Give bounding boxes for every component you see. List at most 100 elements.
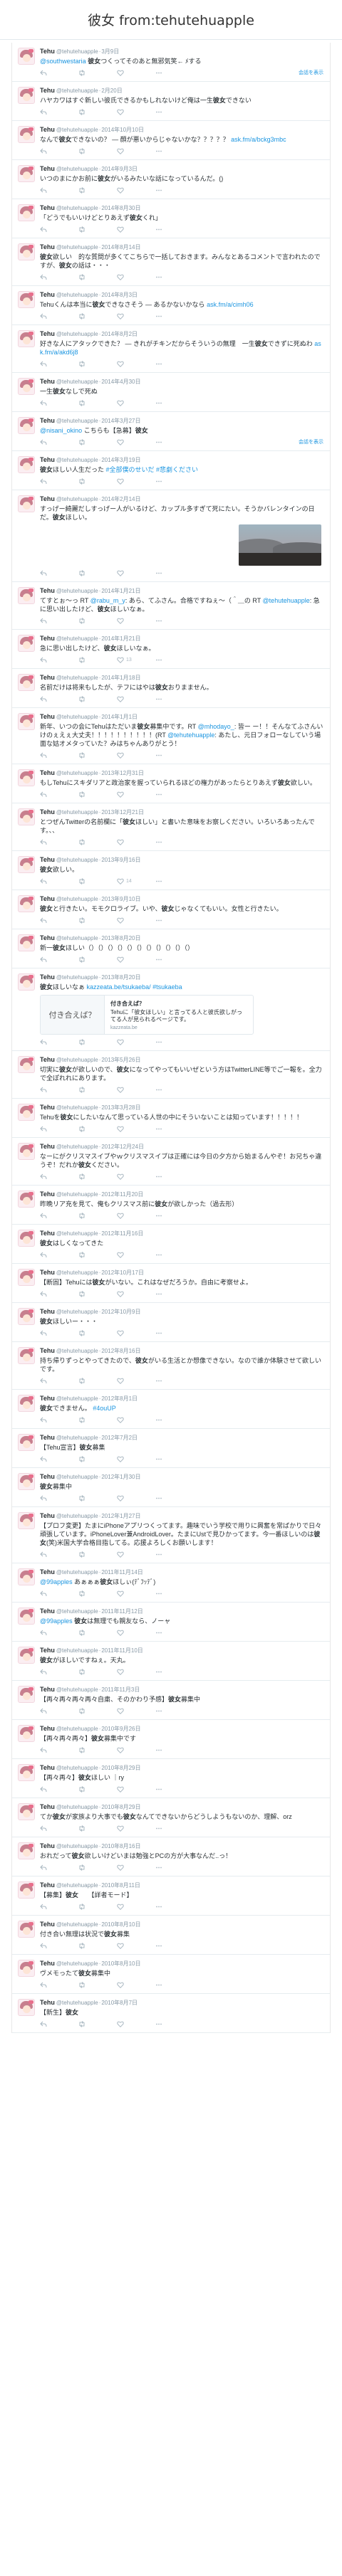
avatar[interactable] bbox=[18, 87, 35, 104]
tweet-item[interactable]: Tehu @tehutehuapple·2010年8月7日 【新生】彼女 bbox=[12, 1994, 330, 2033]
author-handle[interactable]: @tehutehuapple bbox=[56, 1843, 98, 1849]
avatar[interactable] bbox=[18, 713, 35, 730]
retweet-button[interactable] bbox=[78, 273, 117, 280]
author-name[interactable]: Tehu bbox=[40, 1647, 55, 1654]
reply-button[interactable] bbox=[40, 1456, 78, 1462]
author-handle[interactable]: @tehutehuapple bbox=[56, 1348, 98, 1354]
reply-button[interactable] bbox=[40, 1904, 78, 1910]
author-name[interactable]: Tehu bbox=[40, 378, 55, 385]
tweet-item[interactable]: Tehu @tehutehuapple·2012年8月1日 彼女できません。 #4o… bbox=[12, 1390, 330, 1429]
author-handle[interactable]: @tehutehuapple bbox=[56, 1960, 98, 1967]
author-handle[interactable]: @tehutehuapple bbox=[56, 457, 98, 463]
reply-button[interactable] bbox=[40, 109, 78, 115]
more-button[interactable] bbox=[155, 1630, 194, 1636]
reply-button[interactable] bbox=[40, 1747, 78, 1753]
author-name[interactable]: Tehu bbox=[40, 1308, 55, 1315]
like-button[interactable] bbox=[117, 1747, 155, 1753]
retweet-button[interactable] bbox=[78, 1455, 117, 1462]
author-name[interactable]: Tehu bbox=[40, 1395, 55, 1402]
like-button[interactable] bbox=[117, 1378, 155, 1384]
tweet-timestamp[interactable]: 2013年9月16日 bbox=[101, 857, 140, 863]
avatar[interactable] bbox=[18, 1803, 35, 1820]
reply-button[interactable] bbox=[40, 1330, 78, 1336]
more-button[interactable] bbox=[155, 1039, 194, 1045]
author-name[interactable]: Tehu bbox=[40, 1473, 55, 1480]
reply-button[interactable] bbox=[40, 1126, 78, 1132]
retweet-button[interactable] bbox=[78, 751, 117, 759]
tweet-timestamp[interactable]: 2013年9月10日 bbox=[101, 896, 140, 902]
tweet-timestamp[interactable]: 2013年12月31日 bbox=[101, 770, 144, 776]
retweet-button[interactable] bbox=[78, 1825, 117, 1832]
author-name[interactable]: Tehu bbox=[40, 769, 55, 776]
author-name[interactable]: Tehu bbox=[40, 808, 55, 815]
reply-button[interactable] bbox=[40, 657, 78, 663]
show-conversation-link[interactable]: 会話を表示 bbox=[299, 438, 323, 445]
retweet-button[interactable] bbox=[78, 108, 117, 115]
author-name[interactable]: Tehu bbox=[40, 713, 55, 720]
retweet-button[interactable] bbox=[78, 956, 117, 963]
retweet-button[interactable] bbox=[78, 877, 117, 885]
retweet-button[interactable] bbox=[78, 1251, 117, 1258]
avatar[interactable] bbox=[18, 1881, 35, 1899]
retweet-button[interactable] bbox=[78, 569, 117, 576]
avatar[interactable] bbox=[18, 495, 35, 512]
tweet-timestamp[interactable]: 2012年11月16日 bbox=[101, 1230, 143, 1237]
author-handle[interactable]: @tehutehuapple bbox=[56, 379, 98, 385]
tweet-timestamp[interactable]: 2010年9月26日 bbox=[101, 1726, 140, 1732]
more-button[interactable] bbox=[155, 752, 194, 759]
tweet-timestamp[interactable]: 2014年1月18日 bbox=[101, 675, 140, 681]
tweet-timestamp[interactable]: 2013年5月26日 bbox=[101, 1057, 140, 1063]
avatar[interactable] bbox=[18, 973, 35, 991]
like-button[interactable] bbox=[117, 570, 155, 576]
author-handle[interactable]: @tehutehuapple bbox=[56, 935, 98, 941]
like-button[interactable] bbox=[117, 1330, 155, 1336]
avatar[interactable] bbox=[18, 1608, 35, 1625]
retweet-button[interactable] bbox=[78, 1377, 117, 1384]
retweet-button[interactable] bbox=[78, 1707, 117, 1714]
reply-button[interactable] bbox=[40, 70, 78, 76]
avatar[interactable] bbox=[18, 1568, 35, 1585]
author-handle[interactable]: @tehutehuapple bbox=[56, 1726, 98, 1732]
reply-button[interactable] bbox=[40, 313, 78, 320]
reply-button[interactable] bbox=[40, 1173, 78, 1180]
tweet-item[interactable]: Tehu @tehutehuapple·2012年10月17日 【断固】Tehuには… bbox=[12, 1264, 330, 1303]
retweet-button[interactable] bbox=[78, 791, 117, 798]
retweet-button[interactable] bbox=[78, 838, 117, 845]
tweet-item[interactable]: Tehu @tehutehuapple·3月9日 @southwestaria 彼女… bbox=[12, 43, 330, 82]
author-handle[interactable]: @tehutehuapple bbox=[56, 127, 98, 133]
author-handle[interactable]: @tehutehuapple bbox=[56, 714, 98, 720]
more-button[interactable] bbox=[155, 1213, 194, 1219]
author-name[interactable]: Tehu bbox=[40, 1568, 55, 1575]
avatar[interactable] bbox=[18, 1725, 35, 1742]
author-handle[interactable]: @tehutehuapple bbox=[56, 88, 98, 94]
like-button[interactable] bbox=[117, 313, 155, 320]
avatar[interactable] bbox=[18, 895, 35, 912]
author-name[interactable]: Tehu bbox=[40, 1143, 55, 1150]
tweet-timestamp[interactable]: 2014年9月3日 bbox=[101, 166, 138, 172]
author-handle[interactable]: @tehutehuapple bbox=[56, 635, 98, 642]
tweet-item[interactable]: Tehu @tehutehuapple·2012年10月9日 彼女ほしいー・・・ bbox=[12, 1303, 330, 1342]
more-button[interactable] bbox=[155, 1747, 194, 1753]
tweet-item[interactable]: Tehu @tehutehuapple·2014年10月10日 なんで彼女できないの… bbox=[12, 121, 330, 160]
like-button[interactable] bbox=[117, 1825, 155, 1832]
author-name[interactable]: Tehu bbox=[40, 1881, 55, 1889]
tweet-timestamp[interactable]: 2012年12月24日 bbox=[101, 1144, 144, 1150]
retweet-button[interactable] bbox=[78, 617, 117, 624]
author-name[interactable]: Tehu bbox=[40, 1104, 55, 1111]
tweet-timestamp[interactable]: 2011年11月10日 bbox=[101, 1647, 142, 1654]
more-button[interactable] bbox=[155, 478, 194, 485]
avatar[interactable] bbox=[18, 1269, 35, 1286]
like-button[interactable] bbox=[117, 1087, 155, 1093]
more-button[interactable] bbox=[155, 1126, 194, 1132]
tweet-timestamp[interactable]: 2014年10月10日 bbox=[101, 127, 144, 133]
tweet-timestamp[interactable]: 2011年11月3日 bbox=[101, 1686, 140, 1693]
author-name[interactable]: Tehu bbox=[40, 973, 55, 981]
retweet-button[interactable] bbox=[78, 1590, 117, 1597]
author-handle[interactable]: @tehutehuapple bbox=[56, 1474, 98, 1480]
author-name[interactable]: Tehu bbox=[40, 87, 55, 94]
retweet-button[interactable] bbox=[78, 1125, 117, 1132]
avatar[interactable] bbox=[18, 1647, 35, 1664]
link-card[interactable]: 付き合えば？ 付き合えば？ Tehuに「彼女ほしい」と言ってる人と彼氏欲しがってる人… bbox=[40, 995, 254, 1035]
retweet-button[interactable] bbox=[78, 477, 117, 485]
more-button[interactable] bbox=[155, 1551, 194, 1558]
